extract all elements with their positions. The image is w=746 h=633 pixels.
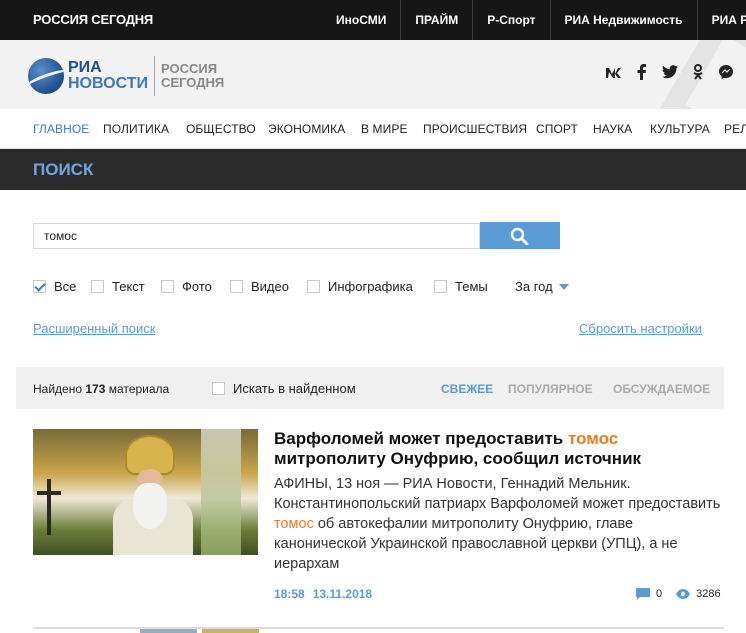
logo-ria: РИА (68, 59, 102, 76)
checkbox-topics[interactable] (434, 280, 447, 293)
nav-item-religion[interactable]: РЕЛ (724, 122, 746, 136)
site-header: РИА НОВОСТИ РОССИЯ СЕГОДНЯ (0, 40, 746, 109)
chevron-down-icon (558, 284, 569, 290)
facebook-icon[interactable] (628, 64, 656, 84)
article-stats: 0 3286 (636, 588, 721, 600)
article-timestamp: 18:58 13.11.2018 (274, 587, 380, 601)
odnoklassniki-icon[interactable] (684, 64, 712, 84)
nav-item-incidents[interactable]: ПРОИСШЕСТВИЯ (423, 122, 527, 136)
article-thumbnail[interactable] (33, 429, 258, 555)
nav-item-economy[interactable]: ЭКОНОМИКА (268, 122, 345, 136)
globe-icon (28, 58, 64, 94)
search-icon (510, 227, 529, 245)
filter-topics[interactable]: Темы (434, 279, 488, 294)
checkbox-video[interactable] (230, 280, 243, 293)
partner-link-more[interactable]: РИА Ре (696, 0, 746, 40)
partner-link-rsport[interactable]: Р-Спорт (472, 0, 549, 40)
vk-icon[interactable] (600, 64, 628, 84)
article-time: 18:58 (274, 587, 305, 601)
comment-icon[interactable] (636, 588, 650, 600)
next-item-thumbnail (140, 629, 197, 633)
nav-item-society[interactable]: ОБЩЕСТВО (186, 122, 256, 136)
nav-item-politics[interactable]: ПОЛИТИКА (103, 122, 169, 136)
sort-discussed[interactable]: ОБСУЖДАЕМОЕ (613, 382, 710, 396)
sort-popular[interactable]: ПОПУЛЯРНОЕ (508, 382, 593, 396)
partner-link-inosmi[interactable]: ИноСМИ (322, 0, 400, 40)
results-count: Найдено 173 материала (33, 382, 170, 396)
divider (33, 627, 724, 629)
ria-logo[interactable]: РИА НОВОСТИ РОССИЯ СЕГОДНЯ (28, 56, 224, 96)
main-nav: ГЛАВНОЕ ПОЛИТИКА ОБЩЕСТВО ЭКОНОМИКА В МИ… (0, 109, 746, 149)
logo-divider (154, 56, 156, 96)
logo-segodnya: СЕГОДНЯ (161, 75, 225, 90)
search-button[interactable] (480, 222, 560, 249)
advanced-search-link[interactable]: Расширенный поиск (33, 321, 155, 336)
nav-item-world[interactable]: В МИРЕ (361, 122, 408, 136)
article-title[interactable]: Варфоломей может предоставить томос митр… (274, 429, 714, 469)
messenger-icon[interactable] (712, 64, 740, 84)
logo-novosti: НОВОСТИ (68, 75, 149, 92)
article-date: 13.11.2018 (312, 587, 373, 601)
filter-video[interactable]: Видео (230, 279, 289, 294)
checkbox-text[interactable] (91, 280, 104, 293)
checkbox-infographics[interactable] (307, 280, 320, 293)
page-title-bar: ПОИСК (0, 149, 746, 190)
nav-item-culture[interactable]: КУЛЬТУРА (650, 122, 710, 136)
nav-item-main[interactable]: ГЛАВНОЕ (33, 122, 89, 136)
sort-fresh[interactable]: СВЕЖЕЕ (441, 382, 493, 396)
nav-item-science[interactable]: НАУКА (593, 122, 632, 136)
filter-all[interactable]: Все (33, 279, 76, 294)
results-bar: Найдено 173 материала Искать в найденном… (16, 367, 724, 409)
page-title: ПОИСК (33, 160, 94, 179)
reset-settings-link[interactable]: Сбросить настройки (579, 321, 702, 336)
top-bar: РОССИЯ СЕГОДНЯ ИноСМИ ПРАЙМ Р-Спорт РИА … (0, 0, 746, 40)
period-dropdown[interactable]: За год (515, 279, 569, 294)
comment-count: 0 (656, 588, 663, 600)
eye-icon (676, 589, 691, 599)
filter-text[interactable]: Текст (91, 279, 145, 294)
checkbox-photo[interactable] (161, 280, 174, 293)
twitter-icon[interactable] (656, 64, 684, 84)
search-input[interactable] (33, 223, 480, 249)
search-within-toggle[interactable]: Искать в найденном (212, 381, 356, 396)
filter-photo[interactable]: Фото (161, 279, 212, 294)
article-snippet: АФИНЫ, 13 ноя — РИА Новости, Геннадий Ме… (274, 476, 721, 572)
logo-rossiya: РОССИЯ (161, 61, 218, 76)
filter-infographics[interactable]: Инфографика (307, 279, 413, 294)
view-count: 3286 (696, 588, 721, 600)
partner-link-prime[interactable]: ПРАЙМ (400, 0, 472, 40)
social-links (600, 64, 740, 84)
nav-item-sport[interactable]: СПОРТ (536, 122, 578, 136)
checkbox-search-within[interactable] (212, 382, 225, 395)
partner-link-realty[interactable]: РИА Недвижимость (549, 0, 697, 40)
checkbox-all[interactable] (33, 280, 46, 293)
next-item-thumbnail (202, 629, 259, 633)
brand-logo[interactable]: РОССИЯ СЕГОДНЯ (33, 12, 153, 27)
partner-links: ИноСМИ ПРАЙМ Р-Спорт РИА Недвижимость РИ… (322, 0, 746, 40)
